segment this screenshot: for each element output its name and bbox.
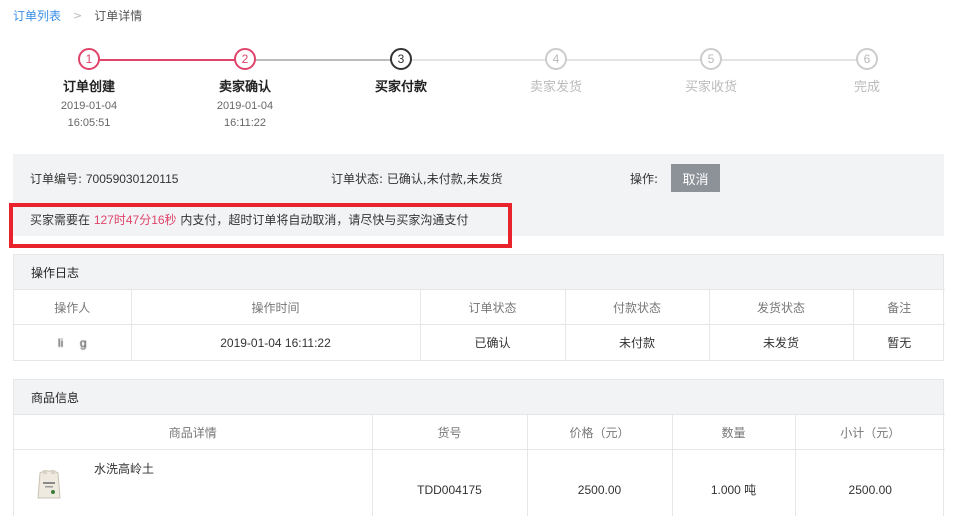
log-operator: li g xyxy=(14,324,132,361)
goods-price: 2500.00 xyxy=(527,449,673,516)
goods-info-title: 商品信息 xyxy=(14,380,943,414)
product-bag-icon[interactable] xyxy=(36,470,62,500)
breadcrumb: 订单列表 > 订单详情 xyxy=(13,6,142,24)
goods-detail-cell[interactable]: 水洗高岭土 xyxy=(14,449,373,516)
goods-quantity: 1.000 吨 xyxy=(672,449,796,516)
log-time: 2019-01-04 16:11:22 xyxy=(131,324,421,361)
col-order-status: 订单状态 xyxy=(420,289,566,325)
step-complete: 6 完成 xyxy=(797,48,937,95)
step-number: 3 xyxy=(390,48,412,70)
goods-name[interactable]: 水洗高岭土 xyxy=(94,460,154,477)
order-info-row: 订单编号: 70059030120115 订单状态: 已确认,未付款,未发货 操… xyxy=(13,164,944,192)
step-label: 完成 xyxy=(853,80,880,95)
order-number: 订单编号: 70059030120115 xyxy=(30,170,178,187)
order-status-label: 订单状态: xyxy=(331,171,384,186)
col-sku: 货号 xyxy=(372,414,528,450)
chevron-right-icon: > xyxy=(73,8,83,22)
operation-log-section: 操作日志 操作人 操作时间 订单状态 付款状态 发货状态 备注 li g 201… xyxy=(13,254,945,361)
step-buyer-receive: 5 买家收货 xyxy=(641,48,781,95)
order-status: 订单状态: 已确认,未付款,未发货 xyxy=(331,170,503,187)
table-row: 水洗高岭土 TDD004175 2500.00 1.000 吨 2500.00 xyxy=(14,449,945,516)
step-label: 订单创建 xyxy=(62,80,115,95)
step-number: 1 xyxy=(78,48,100,70)
operation-log-title: 操作日志 xyxy=(14,255,943,289)
step-time: 16:11:22 xyxy=(223,117,266,129)
order-number-value: 70059030120115 xyxy=(85,171,179,186)
log-order-status: 已确认 xyxy=(420,324,566,361)
col-subtotal: 小计（元） xyxy=(795,414,945,450)
step-order-created: 1 订单创建 2019-01-04 16:05:51 xyxy=(19,48,159,129)
goods-sku: TDD004175 xyxy=(372,449,528,516)
step-seller-confirm: 2 卖家确认 2019-01-04 16:11:22 xyxy=(175,48,315,129)
step-number: 2 xyxy=(234,48,256,70)
col-note: 备注 xyxy=(853,289,945,325)
order-status-value: 已确认,未付款,未发货 xyxy=(386,171,503,186)
step-date: 2019-01-04 xyxy=(60,100,118,112)
step-number: 5 xyxy=(700,48,722,70)
col-price: 价格（元） xyxy=(527,414,673,450)
goods-subtotal: 2500.00 xyxy=(795,449,945,516)
col-pay-status: 付款状态 xyxy=(565,289,710,325)
table-header-row: 商品详情 货号 价格（元） 数量 小计（元） xyxy=(14,414,945,450)
step-number: 4 xyxy=(545,48,567,70)
col-goods-detail: 商品详情 xyxy=(14,414,373,450)
order-progress-steps: 1 订单创建 2019-01-04 16:05:51 2 卖家确认 2019-0… xyxy=(0,48,968,140)
highlight-box xyxy=(9,203,512,248)
col-operation-time: 操作时间 xyxy=(131,289,421,325)
step-label: 买家付款 xyxy=(374,80,427,95)
step-label: 卖家确认 xyxy=(218,80,271,95)
step-date: 2019-01-04 xyxy=(216,100,274,112)
log-note: 暂无 xyxy=(853,324,945,361)
step-number: 6 xyxy=(856,48,878,70)
log-ship-status: 未发货 xyxy=(709,324,854,361)
goods-table: 商品详情 货号 价格（元） 数量 小计（元） 水洗高岭土 TDD004175 2… xyxy=(14,414,945,516)
step-seller-ship: 4 卖家发货 xyxy=(486,48,626,95)
step-label: 买家收货 xyxy=(684,80,737,95)
step-label: 卖家发货 xyxy=(529,80,582,95)
step-buyer-payment: 3 买家付款 xyxy=(331,48,471,95)
table-header-row: 操作人 操作时间 订单状态 付款状态 发货状态 备注 xyxy=(14,289,945,325)
col-ship-status: 发货状态 xyxy=(709,289,854,325)
breadcrumb-current: 订单详情 xyxy=(94,8,143,23)
order-number-label: 订单编号: xyxy=(30,171,83,186)
step-time: 16:05:51 xyxy=(67,117,111,129)
breadcrumb-order-list-link[interactable]: 订单列表 xyxy=(13,7,61,24)
goods-info-section: 商品信息 商品详情 货号 价格（元） 数量 小计（元） 水洗高岭土 TDD004… xyxy=(13,379,945,516)
table-row: li g 2019-01-04 16:11:22 已确认 未付款 未发货 暂无 xyxy=(14,324,945,361)
log-pay-status: 未付款 xyxy=(565,324,710,361)
cancel-order-button[interactable]: 取消 xyxy=(671,164,720,192)
operation-label: 操作: xyxy=(630,171,659,186)
col-operator: 操作人 xyxy=(14,289,132,325)
col-quantity: 数量 xyxy=(672,414,796,450)
operation-log-table: 操作人 操作时间 订单状态 付款状态 发货状态 备注 li g 2019-01-… xyxy=(14,289,945,361)
